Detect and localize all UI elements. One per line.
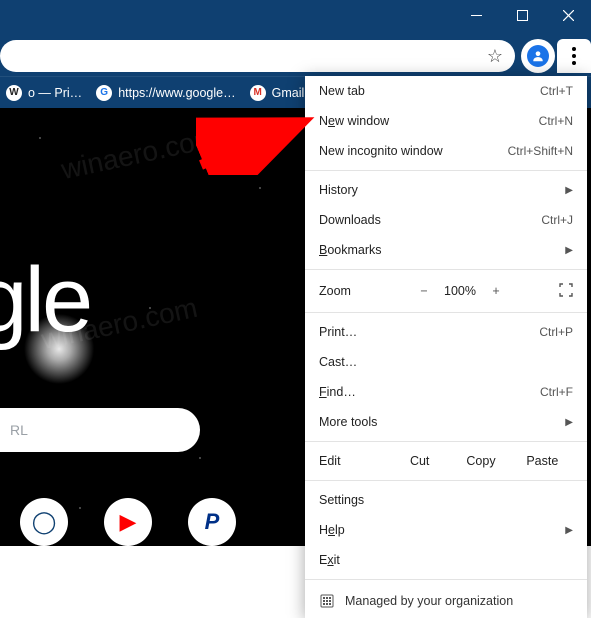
menu-separator [305,170,587,171]
chevron-right-icon: ▶ [565,417,573,428]
managed-label: Managed by your organization [345,594,513,608]
menu-zoom-row: Zoom − 100% + [305,274,587,308]
youtube-icon: ▶ [120,509,137,535]
favicon-icon: W [6,85,22,101]
menu-help[interactable]: Help ▶ [305,515,587,545]
menu-cast[interactable]: Cast… [305,347,587,377]
menu-separator [305,480,587,481]
menu-shortcut: Ctrl+P [539,325,573,339]
shortcut-paypal[interactable]: P [188,498,236,546]
menu-separator [305,269,587,270]
menu-label: New window [319,114,389,128]
copy-button[interactable]: Copy [450,454,511,468]
paypal-icon: P [205,509,220,535]
menu-shortcut: Ctrl+T [540,84,573,98]
address-bar[interactable]: ☆ [0,40,515,72]
shortcut-icon: ◯ [32,509,57,535]
menu-label: History [319,183,358,197]
window-titlebar [0,0,591,36]
bookmark-item[interactable]: G https://www.google… [96,85,235,101]
menu-more-tools[interactable]: More tools ▶ [305,407,587,437]
bookmark-star-icon[interactable]: ☆ [487,46,503,67]
bookmark-label: Gmail [272,86,305,100]
bookmark-item[interactable]: M Gmail [250,85,305,101]
menu-label: Downloads [319,213,381,227]
menu-label: Help [319,523,345,537]
minimize-button[interactable] [453,0,499,30]
zoom-in-button[interactable]: + [481,284,511,298]
menu-new-window[interactable]: New window Ctrl+N [305,106,587,136]
bookmark-item[interactable]: W o — Pri… [6,85,82,101]
menu-shortcut: Ctrl+F [540,385,573,399]
chevron-right-icon: ▶ [565,245,573,256]
menu-print[interactable]: Print… Ctrl+P [305,317,587,347]
shortcuts-row: ◯ ▶ P [20,498,236,546]
menu-history[interactable]: History ▶ [305,175,587,205]
cut-button[interactable]: Cut [389,454,450,468]
zoom-out-button[interactable]: − [409,284,439,298]
menu-label: Exit [319,553,340,567]
edit-label: Edit [319,454,389,468]
menu-label: More tools [319,415,377,429]
menu-label: New tab [319,84,365,98]
menu-label: New incognito window [319,144,443,158]
menu-edit-row: Edit Cut Copy Paste [305,446,587,476]
bookmark-label: https://www.google… [118,86,235,100]
organization-icon [319,593,335,609]
menu-separator [305,312,587,313]
search-placeholder: RL [10,422,28,438]
kebab-icon [572,47,576,65]
google-logo: oogle [0,248,90,353]
zoom-label: Zoom [319,284,409,298]
zoom-value: 100% [439,284,481,298]
favicon-icon: M [250,85,266,101]
favicon-icon: G [96,85,112,101]
menu-bookmarks[interactable]: Bookmarks ▶ [305,235,587,265]
menu-new-incognito-window[interactable]: New incognito window Ctrl+Shift+N [305,136,587,166]
menu-downloads[interactable]: Downloads Ctrl+J [305,205,587,235]
google-search-input[interactable]: RL [0,408,200,452]
menu-shortcut: Ctrl+Shift+N [508,144,573,158]
maximize-button[interactable] [499,0,545,30]
menu-label: Print… [319,325,357,339]
profile-avatar-icon [527,45,549,67]
chevron-right-icon: ▶ [565,525,573,536]
chrome-menu-button[interactable] [557,39,591,73]
menu-separator [305,579,587,580]
chrome-menu: New tab Ctrl+T New window Ctrl+N New inc… [305,76,587,618]
menu-managed-by-org[interactable]: Managed by your organization [305,584,587,618]
fullscreen-button[interactable] [559,283,573,300]
profile-button[interactable] [521,39,555,73]
menu-label: Settings [319,493,364,507]
menu-settings[interactable]: Settings [305,485,587,515]
browser-toolbar: ☆ [0,36,591,76]
menu-shortcut: Ctrl+N [539,114,573,128]
bookmark-label: o — Pri… [28,86,82,100]
chevron-right-icon: ▶ [565,185,573,196]
menu-exit[interactable]: Exit [305,545,587,575]
close-button[interactable] [545,0,591,30]
menu-separator [305,441,587,442]
paste-button[interactable]: Paste [512,454,573,468]
menu-shortcut: Ctrl+J [541,213,573,227]
shortcut-youtube[interactable]: ▶ [104,498,152,546]
menu-label: Bookmarks [319,243,382,257]
menu-label: Find… [319,385,356,399]
shortcut-item[interactable]: ◯ [20,498,68,546]
menu-find[interactable]: Find… Ctrl+F [305,377,587,407]
menu-new-tab[interactable]: New tab Ctrl+T [305,76,587,106]
fullscreen-icon [559,283,573,297]
menu-label: Cast… [319,355,357,369]
